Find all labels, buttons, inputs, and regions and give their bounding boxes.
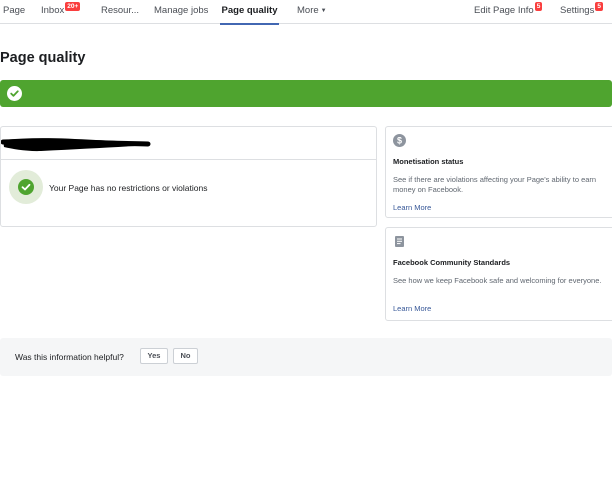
learn-more-link[interactable]: Learn More [393, 203, 431, 212]
status-message: Your Page has no restrictions or violati… [49, 183, 207, 193]
feedback-yes-button[interactable]: Yes [140, 348, 168, 364]
card-divider [1, 159, 376, 160]
nav-tab-page-quality[interactable]: Page quality [220, 0, 279, 24]
top-navigation: Page Inbox20+ Resour... Manage jobs Page… [0, 0, 612, 24]
page-status-card: Your Page has no restrictions or violati… [0, 126, 377, 227]
nav-tab-label: Page [3, 5, 25, 16]
nav-settings[interactable]: Settings5 [560, 0, 603, 24]
feedback-bar: Was this information helpful? Yes No [0, 338, 612, 376]
card-title: Facebook Community Standards [393, 258, 510, 267]
settings-badge: 5 [595, 2, 603, 11]
dollar-icon: $ [393, 134, 406, 147]
nav-tab-page[interactable]: Page [3, 0, 25, 24]
document-icon [393, 235, 406, 248]
community-standards-card: Facebook Community Standards See how we … [385, 227, 612, 321]
page-title: Page quality [0, 50, 85, 66]
feedback-no-button[interactable]: No [173, 348, 198, 364]
nav-tab-resources[interactable]: Resour... [101, 0, 139, 24]
nav-tab-inbox[interactable]: Inbox20+ [41, 0, 80, 24]
nav-tab-label: Inbox [41, 5, 64, 16]
feedback-question: Was this information helpful? [15, 352, 124, 362]
redacted-page-name [1, 132, 161, 154]
card-description: See how we keep Facebook safe and welcom… [393, 276, 605, 286]
nav-tab-label: More [297, 5, 319, 16]
status-banner [0, 80, 612, 107]
nav-tab-label: Resour... [101, 5, 139, 16]
nav-edit-page-info[interactable]: Edit Page Info5 [474, 0, 542, 24]
card-description: See if there are violations affecting yo… [393, 175, 605, 195]
inbox-badge: 20+ [65, 2, 80, 11]
nav-tab-label: Settings [560, 5, 594, 16]
caret-down-icon: ▼ [321, 8, 327, 14]
nav-tab-label: Edit Page Info [474, 5, 534, 16]
check-circle-icon [18, 179, 34, 195]
monetisation-card: $ Monetisation status See if there are v… [385, 126, 612, 218]
svg-text:$: $ [397, 136, 402, 146]
check-circle-icon [7, 86, 22, 101]
nav-tab-label: Manage jobs [154, 5, 208, 16]
active-tab-indicator [220, 23, 279, 25]
nav-tab-manage-jobs[interactable]: Manage jobs [154, 0, 208, 24]
nav-tab-more[interactable]: More▼ [297, 0, 327, 24]
card-title: Monetisation status [393, 157, 463, 166]
status-icon-background [9, 170, 43, 204]
nav-tab-label: Page quality [222, 5, 278, 16]
learn-more-link[interactable]: Learn More [393, 304, 431, 313]
edit-page-info-badge: 5 [535, 2, 543, 11]
